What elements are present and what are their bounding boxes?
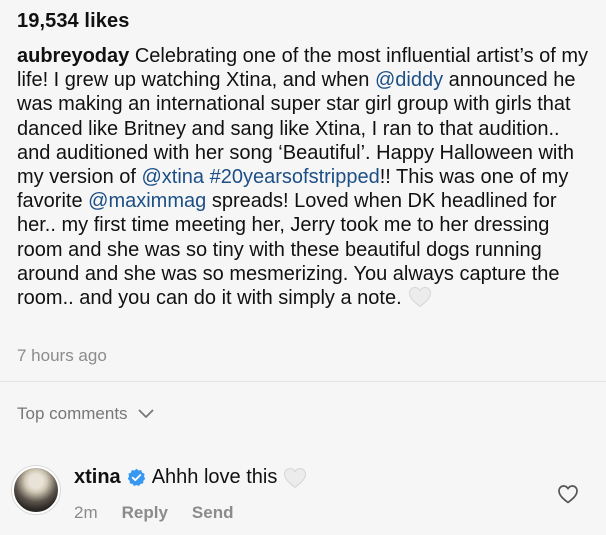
caption-body: Celebrating one of the most influential … (17, 45, 588, 309)
comment-text: Ahhh love this (151, 466, 278, 488)
reply-button[interactable]: Reply (122, 503, 168, 523)
white-heart-emoji-icon (408, 287, 431, 308)
post-timestamp: 7 hours ago (17, 346, 107, 365)
white-heart-emoji-icon (284, 467, 307, 488)
comment-meta: 2m Reply Send (74, 503, 233, 523)
commenter-avatar[interactable] (12, 466, 60, 514)
chevron-down-icon (138, 409, 153, 418)
heart-outline-icon[interactable] (557, 484, 579, 504)
divider (0, 381, 606, 382)
likes-count[interactable]: 19,534 likes (17, 10, 129, 33)
top-comments-dropdown[interactable]: Top comments (17, 404, 154, 424)
top-comments-label: Top comments (17, 404, 128, 423)
send-button[interactable]: Send (192, 503, 234, 523)
comment-username[interactable]: xtina (74, 466, 121, 489)
caption-link[interactable]: @diddy (375, 69, 443, 91)
comment-row: xtina Ahhh love this (74, 466, 307, 489)
instagram-post-details: 19,534 likes aubreyoday Celebrating one … (0, 0, 606, 535)
comment-time: 2m (74, 503, 98, 522)
caption-link[interactable]: #20yearsofstripped (210, 166, 380, 188)
caption-link[interactable]: @xtina (141, 166, 204, 188)
post-caption: aubreyoday Celebrating one of the most i… (17, 44, 595, 310)
caption-username[interactable]: aubreyoday (17, 45, 129, 67)
caption-link[interactable]: @maximmag (88, 190, 206, 212)
verified-badge-icon (127, 468, 145, 487)
